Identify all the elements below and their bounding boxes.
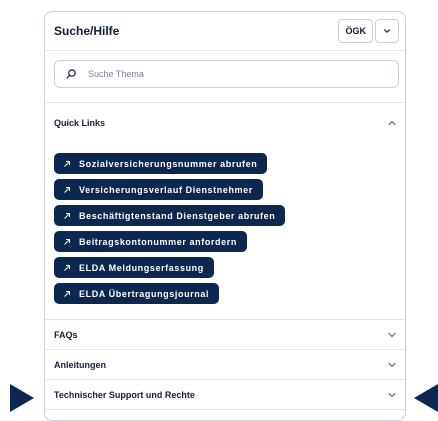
quick-links-title: Quick Links <box>54 118 106 128</box>
quick-link-label: ELDA Meldungserfassung <box>79 262 204 273</box>
quick-link-label: Beschäftigtenstand Dienstgeber abrufen <box>79 210 276 221</box>
nav-arrow-right[interactable] <box>414 384 438 412</box>
help-panel: Suche/Hilfe ÖGK Quick Links <box>44 11 406 421</box>
provider-dropdown-button[interactable] <box>375 19 399 43</box>
chevron-down-icon <box>384 29 390 33</box>
search-box[interactable] <box>54 60 399 88</box>
search-icon <box>65 68 77 80</box>
faqs-title: FAQs <box>54 329 78 340</box>
arrow-up-right-icon <box>63 160 71 168</box>
quick-link-label: Versicherungsverlauf Dienstnehmer <box>79 184 253 195</box>
quick-link-label: Sozialversicherungsnummer abrufen <box>79 158 258 169</box>
quick-link[interactable]: Beitragskontonummer anfordern <box>54 231 247 252</box>
panel-title: Suche/Hilfe <box>54 24 120 38</box>
support-header[interactable]: Technischer Support und Rechte <box>45 380 405 410</box>
anleitungen-header[interactable]: Anleitungen <box>45 350 405 380</box>
search-area <box>45 51 405 103</box>
quick-link[interactable]: ELDA Meldungserfassung <box>54 257 214 278</box>
quick-link[interactable]: Sozialversicherungsnummer abrufen <box>54 153 268 174</box>
quick-link[interactable]: Versicherungsverlauf Dienstnehmer <box>54 179 263 200</box>
arrow-up-right-icon <box>63 212 71 220</box>
panel-header: Suche/Hilfe ÖGK <box>45 12 405 51</box>
faqs-header[interactable]: FAQs <box>45 320 405 350</box>
anleitungen-title: Anleitungen <box>54 359 106 370</box>
chevron-down-icon <box>387 330 397 340</box>
arrow-up-right-icon <box>63 238 71 246</box>
provider-selector: ÖGK <box>338 19 399 43</box>
search-input[interactable] <box>88 69 388 79</box>
arrow-up-right-icon <box>63 264 71 272</box>
nav-arrow-left[interactable] <box>10 384 34 412</box>
chevron-up-icon <box>387 118 397 128</box>
arrow-up-right-icon <box>63 186 71 194</box>
provider-button[interactable]: ÖGK <box>338 19 373 43</box>
arrow-up-right-icon <box>63 290 71 298</box>
chevron-down-icon <box>387 390 397 400</box>
chevron-down-icon <box>387 360 397 370</box>
quick-link[interactable]: Beschäftigtenstand Dienstgeber abrufen <box>54 205 286 226</box>
quick-links-header[interactable]: Quick Links <box>45 103 405 143</box>
quick-link-label: ELDA Übertragungsjournal <box>79 288 210 299</box>
support-title: Technischer Support und Rechte <box>54 389 195 400</box>
quick-link-label: Beitragskontonummer anfordern <box>79 236 237 247</box>
quick-link[interactable]: ELDA Übertragungsjournal <box>54 283 220 304</box>
quick-links-list: Sozialversicherungsnummer abrufen Versic… <box>45 143 405 320</box>
